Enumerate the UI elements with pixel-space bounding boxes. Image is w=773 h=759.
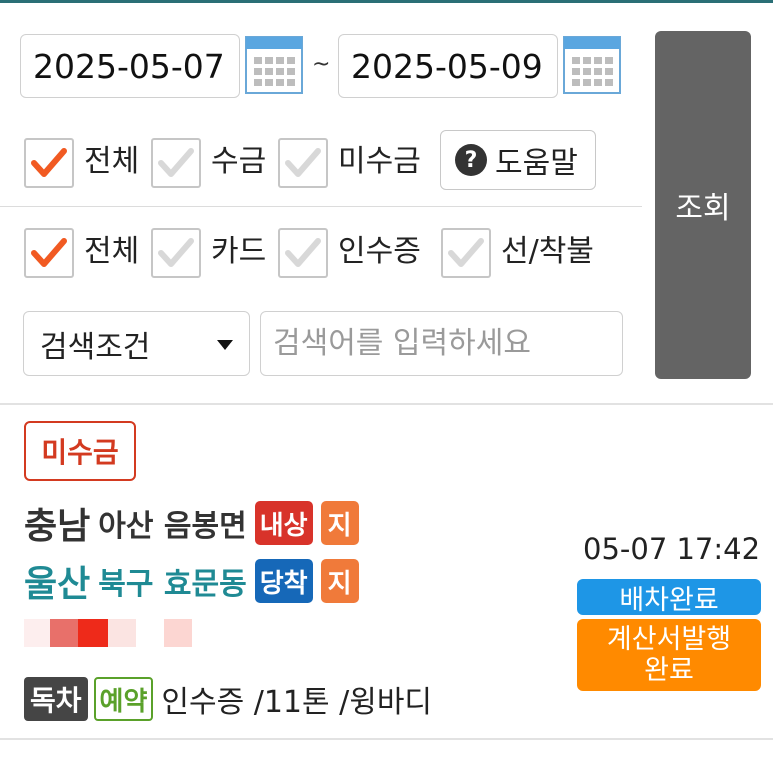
checkmark-icon [31,148,67,177]
question-icon: ? [455,144,487,176]
redacted-info [24,619,192,647]
checkbox-label: 전체 [84,144,140,179]
checkbox-method-prepaid-collect[interactable] [441,228,491,278]
checkmark-icon [158,148,194,177]
destination-unload-tag: 당착 [254,559,313,603]
checkbox-method-all[interactable] [24,228,74,278]
origin-province: 충남 [24,506,91,547]
checkbox-payment-all[interactable] [24,138,74,188]
origin-load-tag: 내상 [254,501,313,545]
checkmark-icon [158,238,194,267]
checkbox-payment-unpaid[interactable] [278,138,328,188]
order-description: 인수증 /11톤 /윙바디 [161,685,433,720]
end-date-field[interactable]: 2025-05-09 [338,34,558,98]
order-details-row: 독차 예약 인수증 /11톤 /윙바디 [24,676,432,722]
search-condition-value: 검색조건 [40,329,151,365]
checkmark-icon [448,238,484,267]
checkbox-label: 전체 [84,234,140,269]
calendar-icon[interactable] [562,35,622,95]
checkmark-icon [285,238,321,267]
dispatch-status-badge: 배차완료 [577,579,761,616]
checkmark-icon [31,238,67,267]
order-time: 05-07 17:42 [583,532,761,566]
origin-row: 충남 아산 음봉면 내상 지 [24,497,359,549]
card-divider [0,738,773,740]
reservation-badge: 예약 [93,677,154,721]
destination-district: 북구 효문동 [98,567,247,602]
invoice-status-badge: 계산서발행 완료 [577,619,761,691]
card-divider [0,403,773,405]
destination-province: 울산 [24,564,91,605]
invoice-status-line2: 완료 [644,655,694,686]
checkmark-icon [285,148,321,177]
divider [0,206,642,207]
calendar-icon[interactable] [244,35,304,95]
top-accent-line [0,0,773,3]
search-condition-select[interactable]: 검색조건 [23,311,250,376]
destination-region-tag: 지 [320,559,359,603]
payment-status-badge: 미수금 [24,421,136,481]
checkbox-label: 수금 [211,144,267,179]
checkbox-method-card[interactable] [151,228,201,278]
vehicle-type-badge: 독차 [24,677,88,721]
search-button[interactable]: 조회 [655,31,751,379]
invoice-status-line1: 계산서발행 [606,623,732,655]
checkbox-label: 인수증 [338,234,421,269]
checkbox-label: 선/착불 [501,234,594,269]
checkbox-method-receipt[interactable] [278,228,328,278]
checkbox-label: 카드 [211,234,267,269]
origin-region-tag: 지 [320,501,359,545]
checkbox-label: 미수금 [338,144,421,179]
search-input[interactable] [260,311,623,376]
date-range-separator: ~ [312,52,331,77]
help-button[interactable]: ? 도움말 [440,130,596,190]
destination-row: 울산 북구 효문동 당착 지 [24,555,359,607]
help-label: 도움말 [495,146,578,181]
origin-district: 아산 음봉면 [98,509,247,544]
start-date-field[interactable]: 2025-05-07 [20,34,240,98]
dropdown-arrow-icon [217,340,233,350]
checkbox-payment-collected[interactable] [151,138,201,188]
